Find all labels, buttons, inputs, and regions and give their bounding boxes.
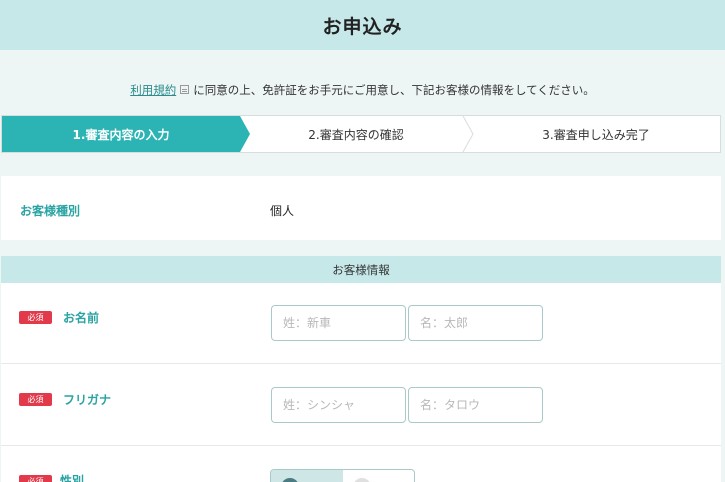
progress-steps: 1.審査内容の入力 2.審査内容の確認 3.審査申し込み完了 bbox=[1, 115, 721, 153]
required-badge: 必須 bbox=[19, 393, 52, 406]
gender-toggle[interactable] bbox=[270, 469, 415, 482]
name-label: お名前 bbox=[63, 311, 100, 325]
divider bbox=[1, 445, 721, 446]
section-title: お客様情報 bbox=[332, 262, 390, 277]
step-input: 1.審査内容の入力 bbox=[2, 116, 250, 152]
last-name-kana-input[interactable] bbox=[271, 387, 406, 423]
page-header: お申込み bbox=[0, 0, 725, 50]
gender-option-selected[interactable] bbox=[271, 470, 343, 482]
customer-type-label: お客様種別 bbox=[20, 204, 81, 218]
customer-type-row: お客様種別 個人 bbox=[1, 176, 721, 240]
page-title: お申込み bbox=[322, 15, 403, 38]
required-badge: 必須 bbox=[19, 475, 52, 482]
customer-info-heading: お客様情報 bbox=[1, 256, 721, 283]
first-name-input[interactable] bbox=[408, 305, 543, 341]
customer-type-value: 個人 bbox=[270, 204, 295, 218]
step-complete: 3.審査申し込み完了 bbox=[472, 116, 720, 152]
agreement-text: に同意の上、免許証をお手元にご用意し、下記お客様の情報をしてください。 bbox=[193, 83, 595, 97]
required-badge: 必須 bbox=[19, 311, 52, 324]
agreement-notice: 利用規約 に同意の上、免許証をお手元にご用意し、下記お客様の情報をしてください。 bbox=[0, 82, 725, 98]
last-name-input[interactable] bbox=[271, 305, 406, 341]
step-label: 1.審査内容の入力 bbox=[72, 127, 170, 142]
gender-label: 性別 bbox=[60, 474, 85, 482]
step-label: 3.審査申し込み完了 bbox=[542, 127, 650, 142]
first-name-kana-input[interactable] bbox=[408, 387, 543, 423]
external-doc-icon bbox=[180, 85, 190, 94]
divider bbox=[1, 363, 721, 364]
furigana-label: フリガナ bbox=[63, 393, 112, 407]
step-confirm: 2.審査内容の確認 bbox=[240, 116, 474, 152]
terms-link[interactable]: 利用規約 bbox=[130, 83, 176, 97]
radio-unselected-icon bbox=[353, 478, 371, 482]
step-label: 2.審査内容の確認 bbox=[308, 127, 404, 142]
